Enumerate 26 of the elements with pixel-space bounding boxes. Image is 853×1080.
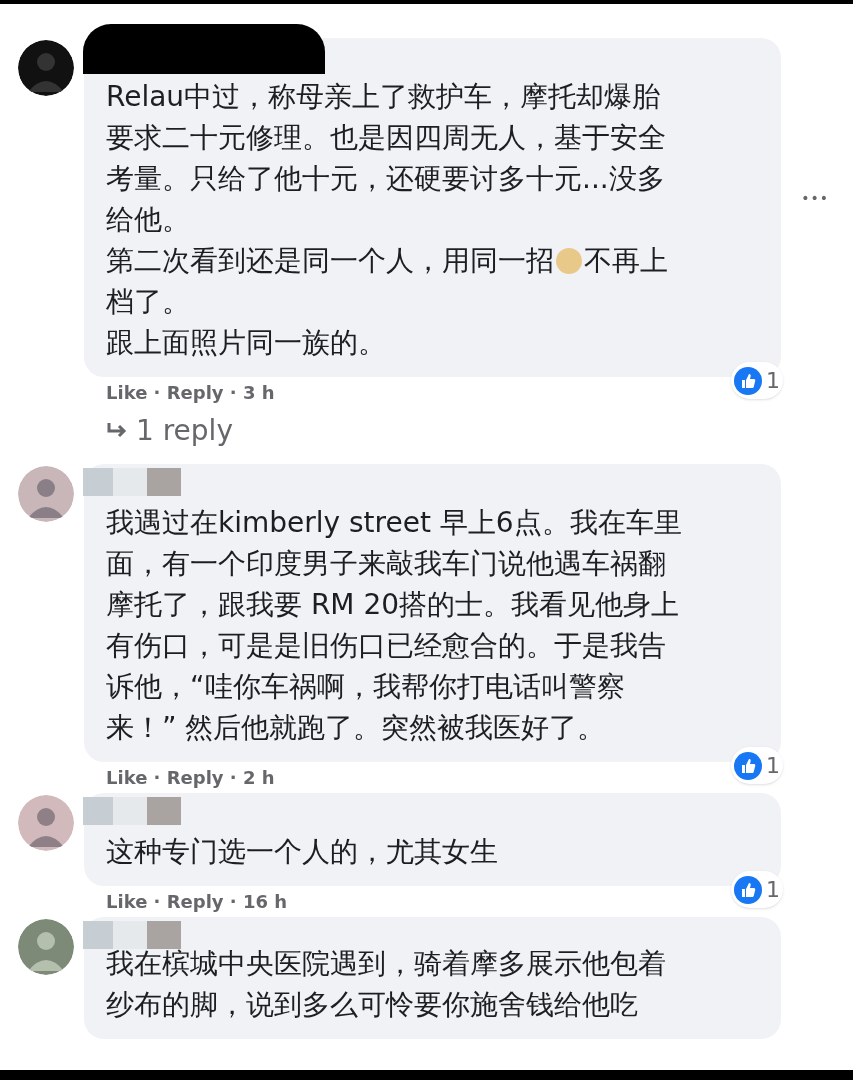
comment-actions[interactable]: Like · Reply · 2 h — [106, 764, 275, 791]
more-options-button[interactable]: ••• — [801, 188, 829, 209]
reaction-badge[interactable]: 1 — [731, 871, 783, 908]
mosaic-block — [147, 921, 181, 949]
thumbs-up-icon — [734, 366, 762, 395]
thumbs-up-icon — [734, 875, 762, 904]
view-replies-link[interactable]: 1 reply — [84, 406, 233, 452]
mosaic-block — [147, 797, 181, 825]
comment-text: 我遇过在kimberly street 早上6点。我在车里 面，有一个印度男子来敲我车门说他遇车祸翻 摩托了，跟我要 RM 20搭的士。我看见他身上 有伤口，可是是旧伤口已经愈合的。于是我告 诉他，“哇你车祸啊，我帮你打电话叫警察 来！” 然后他就跑了。突然被我医好了。 — [106, 505, 683, 746]
mosaic-block — [113, 921, 147, 949]
comment-text: 我在槟城中央医院遇到，骑着摩多展示他包着 纱布的脚，说到多么可怜要你施舍钱给他吃 — [106, 946, 667, 1023]
mosaic-block — [113, 468, 147, 496]
comment-actions[interactable]: Like · Reply · 3 h — [106, 379, 275, 406]
reaction-badge[interactable]: 1 — [731, 747, 783, 784]
mosaic-block — [83, 921, 113, 949]
mosaic-block — [147, 468, 181, 496]
reaction-badge[interactable]: 1 — [731, 362, 783, 399]
comment-text: 这种专门选一个人的，尤其女生 — [106, 834, 499, 870]
mosaic-block — [83, 468, 113, 496]
comment-actions[interactable]: Like · Reply · 16 h — [106, 888, 288, 915]
thumbs-up-icon — [734, 751, 762, 780]
mosaic-block — [113, 797, 147, 825]
emoji-icon — [556, 248, 582, 274]
avatar[interactable] — [18, 40, 74, 96]
mosaic-block — [83, 797, 113, 825]
comment-text: Relau中过，称母亲上了救护车，摩托却爆胎 要求二十元修理。也是因四周无人，基于安全 考量。只给了他十元，还硬要讨多十元...没多 给他。 第二次看到还是同一个人，用同一招 不再上 档了。 跟上面照片同一族的。 — [106, 79, 669, 361]
